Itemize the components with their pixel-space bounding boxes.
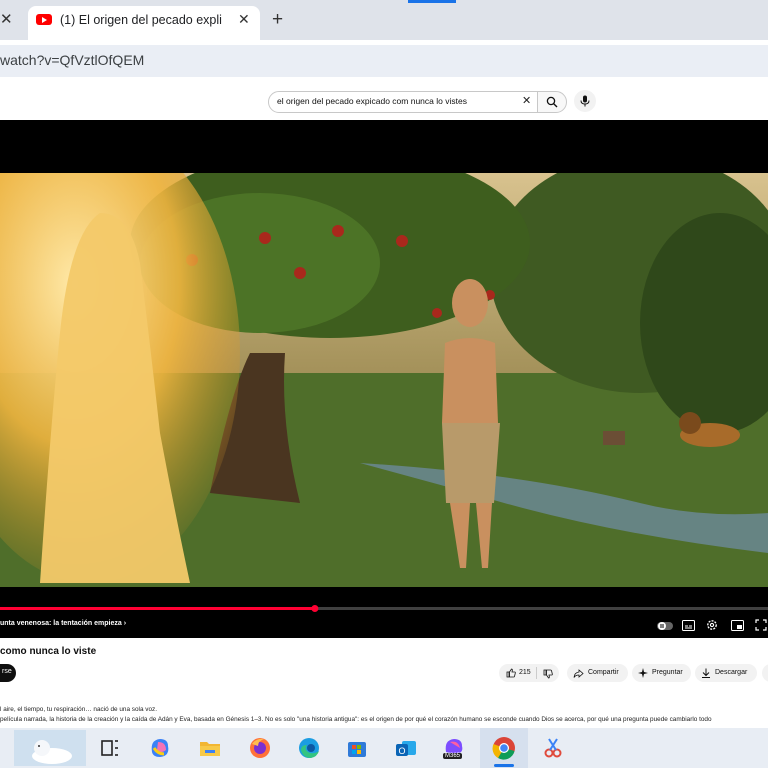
like-divider <box>536 667 537 679</box>
video-title: como nunca lo viste <box>0 646 97 657</box>
pause-toggle[interactable] <box>657 618 673 630</box>
m365-label: M365 <box>443 753 463 759</box>
polar-bear-icon <box>32 740 72 764</box>
fullscreen-button[interactable] <box>755 618 768 631</box>
subtitles-icon <box>682 620 695 631</box>
browser-tab-active[interactable]: (1) El origen del pecado explicado como … <box>28 6 260 40</box>
youtube-header: el origen del pecado expicado com nunca … <box>0 84 768 120</box>
description-line: l aire, el tiempo, tu respiración… nació… <box>0 706 158 713</box>
voice-search-button[interactable] <box>574 90 596 112</box>
m365-icon[interactable]: M365 <box>440 734 468 762</box>
microsoft-store-icon[interactable] <box>343 734 371 762</box>
subtitles-button[interactable] <box>682 618 696 631</box>
search-button[interactable] <box>537 91 567 113</box>
clear-search-icon[interactable]: ✕ <box>522 94 531 107</box>
search-query[interactable]: el origen del pecado expicado com nunca … <box>277 96 467 106</box>
miniplayer-icon <box>731 620 744 631</box>
video-scene-image <box>0 173 768 587</box>
autoplay-toggle-icon <box>657 622 673 630</box>
search-input[interactable]: el origen del pecado expicado com nunca … <box>268 91 538 113</box>
edge-icon[interactable] <box>295 734 323 762</box>
download-label: Descargar <box>715 669 748 676</box>
sparkle-icon <box>638 668 648 678</box>
address-bar: watch?v=QfVztlOfQEM <box>0 40 768 84</box>
search-icon <box>546 96 558 108</box>
download-icon <box>702 668 710 678</box>
description-line: película narrada, la historia de la crea… <box>0 716 712 723</box>
tab-close-icon[interactable]: ✕ <box>238 11 250 28</box>
subscribe-button[interactable]: rse <box>0 664 16 682</box>
tab-highlight <box>408 0 456 3</box>
omnibox[interactable]: watch?v=QfVztlOfQEM <box>0 45 768 77</box>
url-text[interactable]: watch?v=QfVztlOfQEM <box>0 52 144 68</box>
like-count[interactable]: 215 <box>519 669 531 676</box>
chapter-text: unta venenosa: la tentación empieza <box>0 620 122 627</box>
miniplayer-button[interactable] <box>731 618 745 631</box>
download-button[interactable]: Descargar <box>695 664 757 682</box>
chevron-right-icon: › <box>123 620 127 627</box>
active-app-indicator <box>494 764 514 767</box>
snipping-tool-icon[interactable] <box>539 734 567 762</box>
scrubber-handle[interactable] <box>311 605 319 612</box>
ask-label: Preguntar <box>652 669 683 676</box>
subscribe-label: rse <box>2 668 12 675</box>
fullscreen-icon <box>755 619 767 631</box>
youtube-favicon-icon <box>36 14 52 25</box>
progress-bar[interactable] <box>0 604 768 613</box>
like-dislike-group: 215 <box>499 664 559 682</box>
more-actions-button[interactable] <box>762 664 768 682</box>
file-explorer-icon[interactable] <box>196 734 224 762</box>
share-label: Compartir <box>588 669 619 676</box>
thumbs-down-icon[interactable] <box>543 669 553 679</box>
video-player[interactable]: unta venenosa: la tentación empieza › <box>0 120 768 638</box>
progress-played <box>0 607 315 610</box>
svg-text:O: O <box>398 746 405 756</box>
share-button[interactable]: Compartir <box>567 664 628 682</box>
previous-tab-close-icon[interactable]: ✕ <box>0 10 13 28</box>
settings-button[interactable] <box>706 618 720 630</box>
microphone-icon <box>580 95 590 107</box>
windows-taskbar: O M365 <box>0 728 768 768</box>
thumbs-up-icon[interactable] <box>506 668 516 678</box>
chrome-icon <box>492 737 515 760</box>
new-tab-button[interactable]: + <box>272 9 283 31</box>
task-view-icon[interactable] <box>96 734 124 762</box>
ask-button[interactable]: Preguntar <box>632 664 691 682</box>
video-frame[interactable] <box>0 173 768 587</box>
tab-title: (1) El origen del pecado explicado como … <box>60 13 222 27</box>
share-icon <box>573 669 584 678</box>
chrome-taskbar-button[interactable] <box>480 728 528 768</box>
copilot-icon[interactable] <box>146 734 174 762</box>
outlook-icon[interactable]: O <box>392 734 420 762</box>
polar-bear-widget-icon[interactable] <box>14 730 86 766</box>
gear-icon <box>707 620 717 630</box>
firefox-icon[interactable] <box>246 734 274 762</box>
progress-track[interactable] <box>0 604 768 613</box>
chapter-title[interactable]: unta venenosa: la tentación empieza › <box>0 620 126 627</box>
